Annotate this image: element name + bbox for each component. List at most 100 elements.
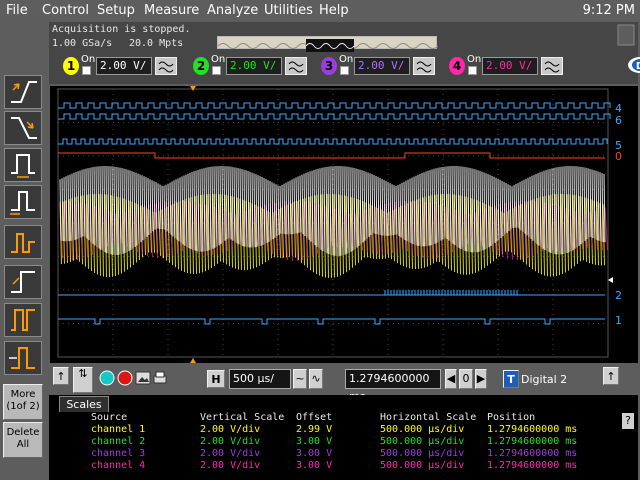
glitch-icon <box>10 191 35 215</box>
digital-channels-button[interactable]: D <box>627 55 640 75</box>
digital-trace-2-burst <box>384 290 518 295</box>
position-field[interactable]: 1.2794600000 ms <box>345 369 441 403</box>
setup-hold-icon <box>11 271 35 293</box>
channel-2-scale[interactable]: 2.00 V/ <box>226 57 282 75</box>
trigger-setup-hold-button[interactable] <box>4 265 42 299</box>
trigger-source-button[interactable]: T <box>503 370 519 388</box>
row-vscale: 2.00 V/div <box>200 460 261 471</box>
status-bar: Acquisition is stopped. 1.00 GSa/s 20.0 … <box>49 22 640 84</box>
row-position: 1.2794600000 ms <box>487 436 578 447</box>
delete-all-button[interactable]: Delete All <box>3 422 43 458</box>
channel-2-on-checkbox[interactable] <box>212 66 221 75</box>
header-position: Position <box>487 412 536 423</box>
trigger-glitch-button[interactable] <box>4 185 42 219</box>
waveform-canvas: 465021 <box>57 86 622 363</box>
timebase-field[interactable]: 500 µs/ <box>229 369 291 389</box>
row-hscale: 500.000 µs/div <box>380 436 465 447</box>
waveform-display[interactable]: 465021 <box>50 86 638 363</box>
stop-icon[interactable] <box>617 24 635 46</box>
trigger-transition-button[interactable] <box>4 303 42 337</box>
position-right-button[interactable]: ▶ <box>475 369 487 389</box>
trigger-falling-edge-button[interactable] <box>4 111 42 145</box>
channel-3-on-checkbox[interactable] <box>340 66 349 75</box>
channel-2-tune-button[interactable] <box>285 57 307 75</box>
tune-icon <box>416 61 432 73</box>
record-icon[interactable] <box>117 370 133 386</box>
menu-analyze[interactable]: Analyze <box>207 3 258 18</box>
trigger-source-label: Digital 2 <box>521 373 568 386</box>
scroll-up-right-button[interactable]: ↑ <box>603 367 619 385</box>
trigger-rising-edge-button[interactable] <box>4 75 42 109</box>
channel-1-tune-button[interactable] <box>155 57 177 75</box>
digital-trace-5 <box>58 138 608 145</box>
tune-icon <box>158 61 174 73</box>
acquisition-status: Acquisition is stopped. <box>52 24 191 35</box>
delete-label: Delete <box>6 427 40 438</box>
channel-3-tune-button[interactable] <box>413 57 435 75</box>
trigger-timeout-button[interactable] <box>4 341 42 375</box>
more-label: More <box>10 389 36 400</box>
timeout-icon <box>9 347 35 369</box>
menu-measure[interactable]: Measure <box>144 3 199 18</box>
digital-label-6: 6 <box>615 114 622 127</box>
row-hscale: 500.000 µs/div <box>380 424 465 435</box>
row-source: channel 2 <box>91 436 146 447</box>
digital-label-2: 2 <box>615 289 622 302</box>
horizontal-h-button[interactable]: H <box>207 370 225 388</box>
sample-rate: 1.00 GSa/s <box>52 38 113 49</box>
row-hscale: 500.000 µs/div <box>380 448 465 459</box>
row-position: 1.2794600000 ms <box>487 448 578 459</box>
header-offset: Offset <box>296 412 333 423</box>
row-vscale: 2.00 V/div <box>200 424 261 435</box>
channel-2-badge[interactable]: 2 <box>193 57 209 75</box>
trigger-runt-button[interactable] <box>4 225 42 259</box>
digital-d-icon: D <box>636 61 640 72</box>
print-icon[interactable] <box>152 370 168 386</box>
rising-edge-icon <box>11 81 37 103</box>
delete-sub-label: All <box>16 439 30 450</box>
channel-4-scale[interactable]: 2.00 V/ <box>482 57 538 75</box>
channel-1-badge[interactable]: 1 <box>63 57 79 75</box>
cyan-circle-icon[interactable] <box>99 370 115 386</box>
falling-edge-icon <box>11 117 37 139</box>
position-left-button[interactable]: ◀ <box>445 369 457 389</box>
menu-control[interactable]: Control <box>42 3 89 18</box>
scroll-up-button[interactable]: ↑ <box>53 367 69 385</box>
image-icon[interactable] <box>135 370 151 386</box>
row-source: channel 1 <box>91 424 146 435</box>
level-marker <box>608 277 613 283</box>
menu-file[interactable]: File <box>6 3 28 18</box>
menu-help[interactable]: Help <box>319 3 349 18</box>
scales-tab[interactable]: Scales <box>59 396 109 412</box>
timebase-fine-button[interactable]: ∿ <box>309 369 323 389</box>
digital-trace-6 <box>58 113 611 120</box>
channel-3-scale[interactable]: 2.00 V/ <box>354 57 410 75</box>
oscilloscope-window: File Control Setup Measure Analyze Utili… <box>0 0 640 480</box>
channel-3-badge[interactable]: 3 <box>321 57 337 75</box>
menu-setup[interactable]: Setup <box>97 3 135 18</box>
help-button[interactable]: ? <box>622 413 634 429</box>
channel-4-on-label: On <box>467 54 482 65</box>
trigger-marker-bottom <box>190 358 196 363</box>
marker-button[interactable]: ⇅ <box>73 367 93 393</box>
horizontal-control-row: ↑ ⇅ H 500 µs/ ~ ∿ 1.2794600000 ms ◀ 0 ▶ … <box>49 364 638 403</box>
transition-icon <box>11 309 35 331</box>
row-vscale: 2.00 V/div <box>200 436 261 447</box>
menu-utilities[interactable]: Utilities <box>264 3 313 18</box>
channel-1-scale[interactable]: 2.00 V/ <box>96 57 152 75</box>
left-softkey-panel: More (1of 2) Delete All <box>0 21 48 480</box>
row-source: channel 3 <box>91 448 146 459</box>
channel-4-badge[interactable]: 4 <box>449 57 465 75</box>
row-offset: 3.00 V <box>296 436 333 447</box>
channel-1-on-checkbox[interactable] <box>82 66 91 75</box>
more-sub-label: (1of 2) <box>6 401 40 412</box>
position-index[interactable]: 0 <box>459 369 473 389</box>
more-button[interactable]: More (1of 2) <box>3 384 43 420</box>
waveform-overview[interactable] <box>217 36 439 52</box>
channel-4-tune-button[interactable] <box>541 57 563 75</box>
trigger-pulse-width-button[interactable] <box>4 148 42 182</box>
timebase-tune-button[interactable]: ~ <box>293 369 307 389</box>
channel-4-on-checkbox[interactable] <box>468 66 477 75</box>
header-horizontal-scale: Horizontal Scale <box>380 412 477 423</box>
row-position: 1.2794600000 ms <box>487 424 578 435</box>
